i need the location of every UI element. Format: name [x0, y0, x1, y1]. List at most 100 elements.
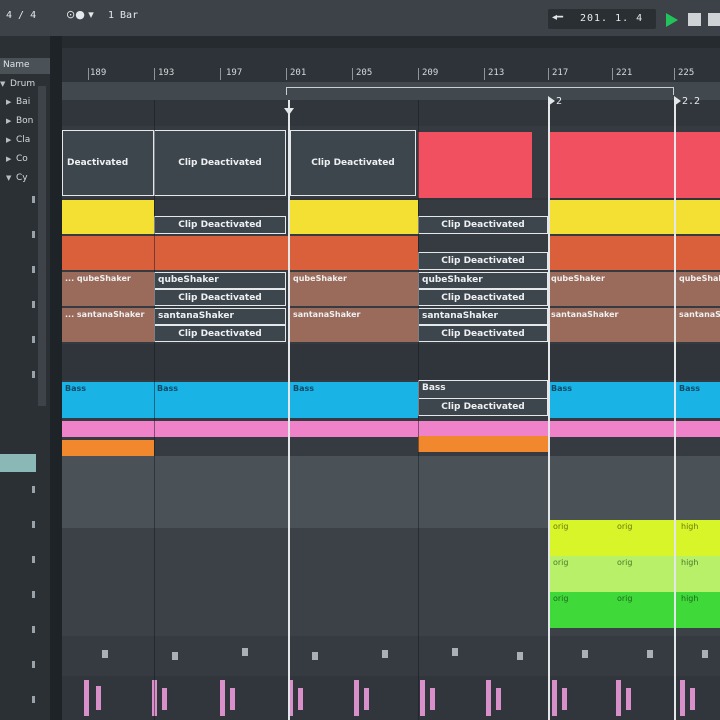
- clip-name: orig: [553, 558, 569, 567]
- clip-name: orig: [617, 594, 633, 603]
- santana-clip[interactable]: ... santanaShaker: [62, 308, 154, 342]
- bass-clip[interactable]: Bass: [676, 382, 720, 418]
- deactivated-clip[interactable]: Clip Deactivated: [154, 325, 286, 342]
- clip-name: Bass: [679, 384, 701, 393]
- midi-note: [102, 650, 108, 658]
- clip-name: high: [681, 594, 699, 603]
- locator-line[interactable]: [674, 100, 676, 720]
- deactivated-clip[interactable]: Clip Deactivated: [418, 252, 548, 270]
- ruler-tick: [220, 68, 221, 80]
- bar-ruler[interactable]: 189 193 197 201 205 209 213 217 221 225: [62, 48, 720, 82]
- deactivated-clip[interactable]: Clip Deactivated: [418, 216, 548, 234]
- clip-name: Bass: [65, 384, 87, 393]
- chevron-down-icon[interactable]: ▼: [6, 174, 16, 182]
- bar-label: 225: [678, 68, 695, 78]
- santana-clip[interactable]: santanaShaker: [154, 308, 286, 325]
- bar-label: 193: [158, 68, 175, 78]
- track-lane[interactable]: [62, 456, 720, 528]
- grid-line: [154, 100, 155, 720]
- loop-icon[interactable]: ⊙● ▾: [66, 8, 94, 21]
- qube-clip[interactable]: qubeShaker: [548, 272, 674, 306]
- orig-clip[interactable]: orig: [550, 520, 614, 556]
- midi-note: [582, 650, 588, 658]
- santana-clip[interactable]: santanaShaker: [548, 308, 674, 342]
- quantization-menu[interactable]: 1 Bar: [108, 10, 138, 21]
- deactivated-clip[interactable]: Deactivated: [62, 130, 154, 196]
- browser-scrollbar[interactable]: [38, 86, 46, 406]
- qube-clip[interactable]: qubeShaker: [290, 272, 418, 306]
- qube-clip[interactable]: qubeShaker: [418, 272, 548, 289]
- clip-name: ... qubeShaker: [65, 274, 131, 283]
- red-clip[interactable]: [418, 132, 532, 198]
- loop-brace[interactable]: [286, 87, 674, 95]
- bass-clip[interactable]: Bass: [290, 382, 418, 418]
- yellow-clip[interactable]: [548, 200, 720, 234]
- bass-clip[interactable]: Bass: [418, 380, 548, 399]
- high-clip[interactable]: high: [678, 592, 720, 628]
- bass-clip[interactable]: Bass: [548, 382, 676, 418]
- high-clip[interactable]: high: [678, 520, 720, 556]
- qube-clip[interactable]: qubeShaker: [676, 272, 720, 306]
- deactivated-clip[interactable]: Clip Deactivated: [154, 289, 286, 306]
- stop-icon[interactable]: [688, 13, 701, 26]
- clip-name: orig: [553, 594, 569, 603]
- track-tick: [32, 301, 35, 308]
- chevron-right-icon[interactable]: ▶: [6, 98, 16, 106]
- bass-clip[interactable]: Bass: [62, 382, 154, 418]
- track-lane[interactable]: [62, 344, 720, 380]
- chevron-right-icon[interactable]: ▶: [6, 117, 16, 125]
- orange-clip[interactable]: [62, 440, 154, 456]
- overview-strip[interactable]: [62, 36, 720, 48]
- chevron-right-icon[interactable]: ▶: [6, 155, 16, 163]
- deactivated-clip[interactable]: Clip Deactivated: [154, 216, 286, 234]
- track-tick: [32, 661, 35, 668]
- santana-clip[interactable]: santanaShaker: [290, 308, 418, 342]
- deactivated-clip[interactable]: Clip Deactivated: [418, 325, 548, 342]
- playhead-line[interactable]: [288, 100, 290, 720]
- clip-name: high: [681, 522, 699, 531]
- pink-clip[interactable]: [62, 421, 720, 437]
- track-lane[interactable]: [62, 636, 720, 676]
- song-position[interactable]: ◂━ 201. 1. 4: [548, 9, 656, 29]
- track-lane[interactable]: [62, 438, 720, 456]
- high-clip[interactable]: high: [678, 556, 720, 592]
- time-signature[interactable]: 4 / 4: [6, 10, 36, 21]
- browser-item-label: Co: [16, 154, 28, 164]
- chevron-right-icon[interactable]: ▶: [6, 136, 16, 144]
- red-clip[interactable]: [550, 132, 720, 198]
- orig-clip[interactable]: orig: [614, 556, 678, 592]
- chevron-down-icon[interactable]: ▼: [0, 80, 10, 88]
- midi-note: [230, 688, 235, 710]
- deactivated-clip[interactable]: Clip Deactivated: [154, 130, 286, 196]
- orange-clip[interactable]: [548, 236, 720, 270]
- orig-clip[interactable]: orig: [550, 592, 614, 628]
- ruler-tick: [548, 68, 549, 80]
- orig-clip[interactable]: orig: [614, 592, 678, 628]
- arrangement-view[interactable]: 189 193 197 201 205 209 213 217 221 225 …: [62, 36, 720, 720]
- deactivated-clip[interactable]: Clip Deactivated: [290, 130, 416, 196]
- selected-track-indicator[interactable]: [0, 454, 36, 472]
- qube-clip[interactable]: qubeShaker: [154, 272, 286, 289]
- santana-clip[interactable]: santanaShaker: [418, 308, 548, 325]
- ruler-tick: [286, 68, 287, 80]
- yellow-clip[interactable]: [290, 200, 418, 234]
- santana-clip[interactable]: santanaShaker: [676, 308, 720, 342]
- orange-clip[interactable]: [418, 436, 548, 452]
- qube-clip[interactable]: ... qubeShaker: [62, 272, 154, 306]
- ruler-tick: [674, 68, 675, 80]
- orange-clip[interactable]: [62, 236, 418, 270]
- track-lane[interactable]: [62, 676, 720, 720]
- record-icon[interactable]: [708, 13, 720, 26]
- browser-header-label: Name: [3, 60, 30, 70]
- play-icon[interactable]: [666, 13, 678, 27]
- deactivated-clip[interactable]: Clip Deactivated: [418, 289, 548, 306]
- clip-name: santanaShaker: [551, 310, 619, 319]
- track-tick: [32, 521, 35, 528]
- deactivated-clip[interactable]: Clip Deactivated: [418, 398, 548, 416]
- bass-clip[interactable]: Bass: [154, 382, 290, 418]
- orig-clip[interactable]: orig: [550, 556, 614, 592]
- orig-clip[interactable]: orig: [614, 520, 678, 556]
- locator-line[interactable]: [548, 100, 550, 720]
- position-display: 201. 1. 4: [580, 13, 644, 24]
- yellow-clip[interactable]: [62, 200, 154, 234]
